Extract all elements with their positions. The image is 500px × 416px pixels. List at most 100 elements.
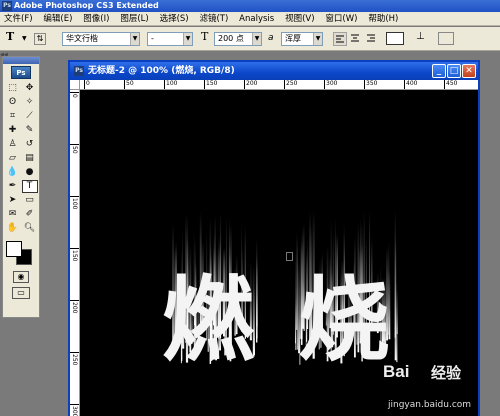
menu-help[interactable]: 帮助(H)	[364, 12, 402, 26]
notes-tool-icon[interactable]: ✉	[5, 208, 21, 221]
ruler-tick	[70, 196, 79, 197]
ruler-tick	[70, 144, 79, 145]
chevron-down-icon: ▼	[183, 33, 192, 45]
screen-mode-icon[interactable]: ▭	[12, 287, 30, 299]
ps-app-icon: Ps	[2, 1, 12, 11]
menu-filter[interactable]: 滤镜(T)	[195, 12, 232, 26]
ps-logo: Ps	[11, 66, 31, 79]
ruler-tick	[444, 80, 445, 89]
zoom-tool-icon[interactable]: 🔍︎	[22, 222, 38, 235]
palettes-toggle-icon[interactable]	[438, 32, 454, 45]
healing-tool-icon[interactable]: ✚	[5, 124, 21, 137]
stamp-tool-icon[interactable]: ♙	[5, 138, 21, 151]
ruler-v-label: 300	[71, 406, 78, 416]
flame-streak	[256, 264, 258, 339]
ruler-tick	[70, 248, 79, 249]
crop-tool-icon[interactable]: ⌗	[5, 110, 21, 123]
preset-dropdown-icon[interactable]: ▼	[22, 33, 27, 47]
history-brush-tool-icon[interactable]: ↺	[22, 138, 38, 151]
menu-select[interactable]: 选择(S)	[156, 12, 193, 26]
lasso-tool-icon[interactable]: ʘ	[5, 96, 21, 109]
blur-tool-icon[interactable]: 💧	[5, 166, 21, 179]
font-style-value: -	[151, 34, 154, 43]
antialias-value: 浑厚	[285, 34, 301, 43]
text-color-swatch[interactable]	[386, 32, 404, 45]
menu-view[interactable]: 视图(V)	[281, 12, 318, 26]
font-size-icon: T	[201, 30, 209, 43]
quick-mask-icon[interactable]: ◉	[13, 271, 29, 283]
chevron-down-icon: ▼	[130, 33, 139, 45]
ruler-tick	[84, 80, 85, 89]
font-family-select[interactable]: 华文行楷 ▼	[62, 32, 140, 46]
document-titlebar[interactable]: Ps 无标题-2 @ 100% (燃烧, RGB/8) _ □ ✕	[70, 62, 478, 80]
font-style-select[interactable]: - ▼	[147, 32, 193, 46]
type-tool-preset-icon[interactable]: T	[6, 31, 14, 45]
close-icon[interactable]: ✕	[462, 64, 476, 78]
menu-file[interactable]: 文件(F)	[0, 12, 37, 26]
dodge-tool-icon[interactable]: ●	[22, 166, 38, 179]
shape-tool-icon[interactable]: ▭	[22, 194, 38, 207]
ruler-tick	[284, 80, 285, 89]
ruler-h-label: 250	[286, 80, 298, 87]
menu-window[interactable]: 窗口(W)	[321, 12, 361, 26]
ruler-h-label: 300	[326, 80, 338, 87]
ruler-origin[interactable]	[70, 80, 80, 90]
photoshop-window: Ps Adobe Photoshop CS3 Extended 文件(F) 编辑…	[0, 0, 500, 416]
magic-wand-tool-icon[interactable]: ✧	[22, 96, 38, 109]
eyedropper-tool-icon[interactable]: ✐	[22, 208, 38, 221]
align-right-icon[interactable]	[365, 32, 379, 46]
ruler-tick	[404, 80, 405, 89]
minimize-icon[interactable]: _	[432, 64, 446, 78]
ruler-tick	[364, 80, 365, 89]
ruler-h-label: 50	[126, 80, 134, 87]
watermark: Bai 经验 jingyan.baidu.com	[383, 362, 500, 416]
ruler-h-label: 100	[166, 80, 178, 87]
burning-glyph-1: 燃	[162, 266, 255, 374]
color-swatches	[6, 241, 36, 265]
slice-tool-icon[interactable]: ⟋	[22, 110, 38, 123]
ruler-v-label: 0	[71, 94, 78, 98]
font-size-select[interactable]: 200 点 ▼	[214, 32, 262, 46]
ruler-tick	[70, 92, 79, 93]
orientation-toggle-icon[interactable]: ⇅	[34, 33, 46, 45]
brush-tool-icon[interactable]: ✎	[22, 124, 38, 137]
ruler-h-label: 0	[86, 80, 90, 87]
warp-text-icon[interactable]: ⊥	[416, 31, 425, 45]
horizontal-ruler[interactable]: 050100150200250300350400450500	[80, 80, 478, 90]
maximize-icon[interactable]: □	[447, 64, 461, 78]
gradient-tool-icon[interactable]: ▤	[22, 152, 38, 165]
tool-grid: ⬚ ✥ ʘ ✧ ⌗ ⟋ ✚ ✎ ♙ ↺ ▱ ▤ 💧 ● ✒ T ➤ ▭ ✉ ✐ …	[3, 82, 39, 235]
font-family-value: 华文行楷	[66, 34, 98, 43]
ruler-h-label: 400	[406, 80, 418, 87]
ruler-v-label: 200	[71, 302, 78, 314]
menu-edit[interactable]: 编辑(E)	[39, 12, 76, 26]
menu-analysis[interactable]: Analysis	[235, 12, 278, 26]
hand-tool-icon[interactable]: ✋	[5, 222, 21, 235]
path-select-tool-icon[interactable]: ➤	[5, 194, 21, 207]
antialias-select[interactable]: 浑厚 ▼	[281, 32, 323, 46]
menu-image[interactable]: 图像(I)	[79, 12, 113, 26]
type-tool-icon[interactable]: T	[21, 180, 38, 193]
align-left-icon[interactable]	[333, 32, 347, 46]
document-icon: Ps	[74, 66, 84, 76]
vertical-ruler[interactable]: 0 50 100 150 200 250 300	[70, 90, 80, 416]
app-titlebar: Ps Adobe Photoshop CS3 Extended	[0, 0, 500, 12]
ruler-v-label: 50	[71, 146, 78, 154]
burning-glyph-2: 烧	[298, 266, 390, 374]
eraser-tool-icon[interactable]: ▱	[5, 152, 21, 165]
ruler-tick	[204, 80, 205, 89]
move-tool-icon[interactable]: ✥	[22, 82, 38, 95]
menu-layer[interactable]: 图层(L)	[116, 12, 152, 26]
ruler-tick	[244, 80, 245, 89]
flame-streak	[295, 298, 297, 350]
marquee-tool-icon[interactable]: ⬚	[5, 82, 21, 95]
flame-streak	[396, 290, 398, 335]
foreground-color-swatch[interactable]	[6, 241, 22, 257]
chevron-down-icon: ▼	[252, 33, 261, 45]
pen-tool-icon[interactable]: ✒	[5, 180, 21, 193]
tools-panel-header[interactable]	[3, 57, 39, 64]
align-center-icon[interactable]	[349, 32, 363, 46]
ruler-tick	[124, 80, 125, 89]
app-title: Adobe Photoshop CS3 Extended	[14, 1, 159, 10]
chevron-down-icon: ▼	[313, 33, 322, 45]
